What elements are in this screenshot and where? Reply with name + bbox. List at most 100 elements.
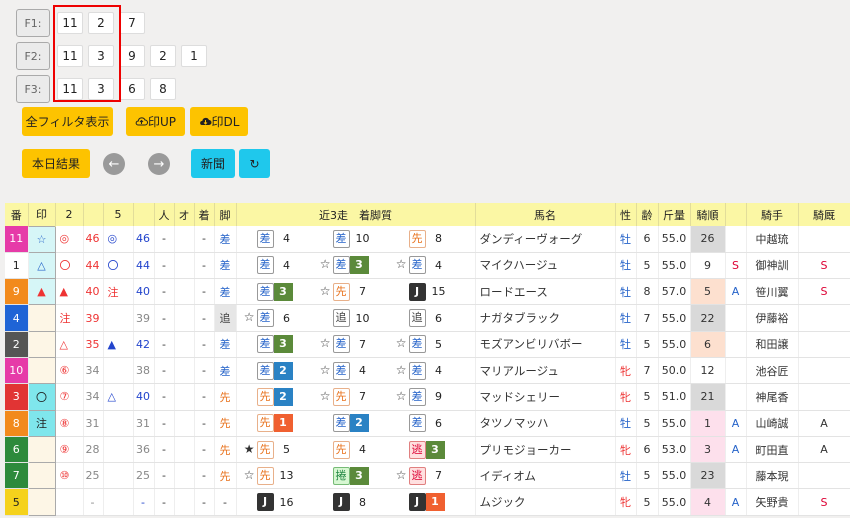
jockey-name[interactable]: 山崎誠 bbox=[746, 410, 799, 437]
race-result: 先2 bbox=[241, 387, 317, 406]
jockey-name[interactable]: 伊藤裕 bbox=[746, 304, 799, 332]
filter-value-chip[interactable]: 9 bbox=[119, 45, 145, 67]
race-style-badge: 先 bbox=[256, 414, 274, 433]
horse-sex: 牡 bbox=[615, 462, 637, 490]
jockey-rank: 22 bbox=[690, 304, 726, 332]
race-style-badge: 先 bbox=[332, 440, 350, 459]
filter-value-chip[interactable]: 3 bbox=[88, 78, 114, 100]
jockey-name[interactable]: 和田譲 bbox=[746, 331, 799, 358]
odds bbox=[174, 278, 195, 306]
horse-name[interactable]: モズアンビリバボー bbox=[475, 331, 616, 358]
filter-label[interactable]: F1: bbox=[16, 9, 50, 37]
mark-5-symbol bbox=[103, 436, 134, 464]
jockey-name[interactable]: 藤本現 bbox=[746, 462, 799, 490]
table-row[interactable]: 1 △ 〇 44 〇 44- - 差差 4 ☆ 差 3 ☆ 差 4 マイクハージュ牡 5 55.0 9 S 御神訓 S bbox=[5, 251, 850, 280]
filter-row: F1: 11 2 7 bbox=[16, 9, 216, 37]
mark-5-symbol bbox=[103, 462, 134, 490]
prediction-mark[interactable] bbox=[27, 435, 56, 464]
filter-value-chip[interactable]: 11 bbox=[57, 78, 83, 100]
jockey-name[interactable]: 笹川翼 bbox=[746, 278, 799, 306]
jockey-name[interactable]: 町田直 bbox=[746, 436, 799, 464]
race-style-badge: 先 bbox=[332, 282, 350, 301]
filter-label[interactable]: F2: bbox=[16, 42, 50, 70]
column-header: 番 bbox=[5, 203, 29, 226]
horse-number: 4 bbox=[5, 304, 29, 332]
filter-value-chip[interactable]: 2 bbox=[88, 12, 114, 34]
recent-3-races: 先1差2差6 bbox=[236, 410, 476, 437]
filter-value-chip[interactable]: 11 bbox=[57, 12, 83, 34]
mark-download-button[interactable]: 印DL bbox=[190, 107, 248, 136]
horse-name[interactable]: ダンディーヴォーグ bbox=[475, 226, 616, 253]
star-mark: ★ bbox=[243, 441, 255, 456]
filter-value-chip[interactable]: 11 bbox=[57, 45, 83, 67]
horse-name[interactable]: ナガタブラック bbox=[475, 304, 616, 332]
jockey-name[interactable]: 池谷匠 bbox=[746, 357, 799, 385]
running-style: - bbox=[214, 488, 237, 516]
mark-5-value: 40 bbox=[133, 278, 155, 306]
show-all-filters-button[interactable]: 全フィルタ表示 bbox=[22, 107, 113, 136]
table-row[interactable]: 2 △ 35 ▲ 42- - 差差 3 ☆ 差 7 ☆ 差 5 モズアンビリバボー牡 5 55.0 6 和田譲 bbox=[5, 330, 850, 358]
table-row[interactable]: 5- - - - - J 16 J 8 J 1 ムジック牝 5 55.0 4 A 矢野貴 S bbox=[5, 488, 850, 516]
race-result: 差4 bbox=[241, 256, 317, 275]
jockey-name[interactable]: 神尾香 bbox=[746, 383, 799, 411]
race-result: J1 bbox=[393, 493, 469, 512]
prediction-mark[interactable] bbox=[27, 330, 56, 358]
table-row[interactable]: 9 ▲ ▲ 40 注 40- - 差差 3 ☆ 先 7 J 15 ロードエース牡 8 57.0 5 A 笹川翼 S bbox=[5, 278, 850, 306]
filter-value-chip[interactable]: 6 bbox=[119, 78, 145, 100]
prediction-mark[interactable] bbox=[27, 462, 56, 490]
filter-value-chip[interactable]: 2 bbox=[150, 45, 176, 67]
column-header: 着 bbox=[194, 203, 215, 226]
table-row[interactable]: 10 ⑥ 34 38- - 差差 2 ☆ 差 4 ☆ 差 4 マリアルージュ牝 7 50.0 12 池谷匠 bbox=[5, 356, 850, 385]
horse-name[interactable]: マイクハージュ bbox=[475, 252, 616, 280]
prediction-mark[interactable] bbox=[27, 304, 56, 332]
table-row[interactable]: 4 注 39 39- - 追 ☆ 差 6 追 10 追 6 ナガタブラック牡 7 55.0 22 伊藤裕 bbox=[5, 304, 850, 332]
race-position: 8 bbox=[359, 495, 366, 509]
table-row[interactable]: 11 ☆ ◎ 46 ◎ 46- - 差差 4 差 10 先 8 ダンディーヴォーグ牡 6 55.0 26 中越琉 bbox=[5, 225, 850, 253]
prediction-mark[interactable]: 注 bbox=[27, 409, 56, 437]
horse-name[interactable]: イディオム bbox=[475, 462, 616, 490]
jockey-flag bbox=[725, 226, 747, 253]
table-row[interactable]: 3 〇 ⑦ 34 △ 40- - 先先 2 ☆ 先 7 ☆ 差 9 マッドシェリー牝 5 51.0 21 神尾香 bbox=[5, 383, 850, 411]
filter-value-chip[interactable]: 7 bbox=[119, 12, 145, 34]
prediction-mark[interactable]: ▲ bbox=[27, 278, 56, 306]
horse-name[interactable]: マリアルージュ bbox=[475, 357, 616, 385]
jockey-rank: 9 bbox=[690, 252, 726, 280]
mark-upload-button[interactable]: 印UP bbox=[126, 107, 185, 136]
jockey-name[interactable]: 矢野貴 bbox=[746, 488, 799, 516]
table-row[interactable]: 6 ⑨ 28 36- - 先 ★ 先 5 先 4 逃 3 プリモジョーカー牝 6 53.0 3 A 町田直 A bbox=[5, 435, 850, 464]
race-result: J 16 bbox=[241, 493, 317, 512]
horse-name[interactable]: ロードエース bbox=[475, 278, 616, 306]
weight-carried: 55.0 bbox=[658, 410, 691, 437]
horse-name[interactable]: ムジック bbox=[475, 488, 616, 516]
prediction-mark[interactable]: ☆ bbox=[27, 225, 56, 253]
race-result: ☆ 逃 7 bbox=[393, 466, 469, 485]
next-arrow-icon[interactable]: → bbox=[148, 153, 170, 175]
filter-value-chip[interactable]: 8 bbox=[150, 78, 176, 100]
prediction-mark[interactable] bbox=[27, 356, 56, 385]
horse-name[interactable]: プリモジョーカー bbox=[475, 436, 616, 464]
jockey-name[interactable]: 中越琉 bbox=[746, 226, 799, 253]
mark-2-symbol: △ bbox=[55, 331, 84, 358]
refresh-button[interactable]: ↻ bbox=[239, 149, 270, 178]
prediction-mark[interactable]: 〇 bbox=[27, 383, 56, 411]
prediction-mark[interactable] bbox=[27, 488, 56, 516]
horse-name[interactable]: タツノマッハ bbox=[475, 410, 616, 437]
newspaper-button[interactable]: 新聞 bbox=[191, 149, 235, 178]
filter-value-chip[interactable]: 3 bbox=[88, 45, 114, 67]
prev-arrow-icon[interactable]: ← bbox=[103, 153, 125, 175]
race-style-badge: 差 bbox=[332, 229, 350, 248]
today-results-button[interactable]: 本日結果 bbox=[22, 149, 90, 178]
filter-label[interactable]: F3: bbox=[16, 75, 50, 103]
mark-2-value: 25 bbox=[83, 462, 104, 490]
mark-2-symbol: ⑧ bbox=[55, 410, 84, 437]
table-row[interactable]: 7 ⑩ 25 25- - 先 ☆ 先 13 捲 3 ☆ 逃 7 イディオム牡 5 55.0 23 藤本現 bbox=[5, 462, 850, 490]
jockey-name[interactable]: 御神訓 bbox=[746, 252, 799, 280]
filter-value-chip[interactable]: 1 bbox=[181, 45, 207, 67]
prediction-mark[interactable]: △ bbox=[27, 251, 56, 280]
horse-name[interactable]: マッドシェリー bbox=[475, 383, 616, 411]
column-header: 近3走 着脚質 bbox=[236, 203, 476, 226]
race-style-badge: 差 bbox=[256, 229, 274, 248]
mark-2-value: 31 bbox=[83, 410, 104, 437]
popularity: - bbox=[154, 331, 175, 358]
table-row[interactable]: 8 注 ⑧ 31 31- - 先先 1 差 2 差 6 タツノマッハ牡 5 55.0 1 A 山崎誠 A bbox=[5, 409, 850, 437]
